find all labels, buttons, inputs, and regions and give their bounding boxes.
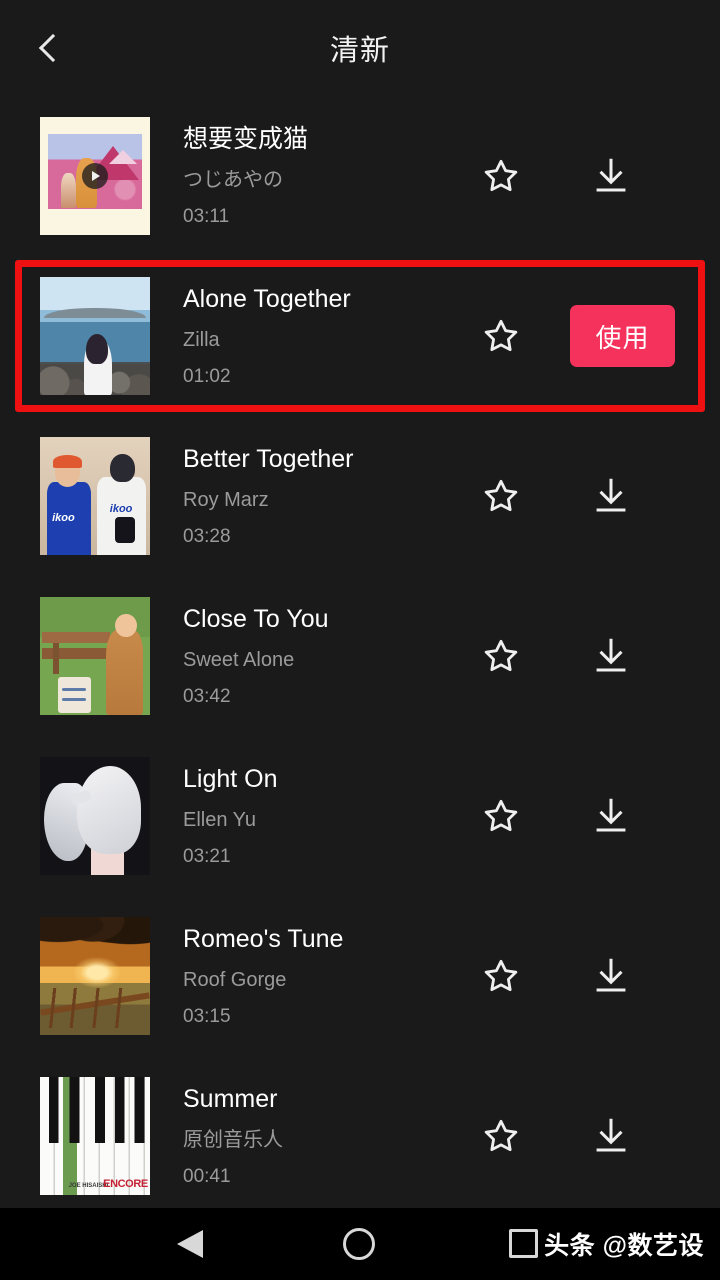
download-button[interactable]	[580, 625, 642, 687]
song-artist: つじあやの	[183, 169, 283, 191]
song-row[interactable]: Romeo's Tune Roof Gorge 03:15	[0, 896, 720, 1056]
song-row[interactable]: Alone Together Zilla 01:02 使用	[0, 256, 720, 416]
download-button[interactable]	[580, 465, 642, 527]
app-header: 清新	[0, 0, 720, 96]
song-thumbnail[interactable]	[40, 597, 150, 715]
song-meta: Better Together Roy Marz 03:28	[183, 444, 470, 548]
song-duration: 03:11	[183, 206, 230, 227]
song-duration: 03:42	[183, 686, 231, 707]
song-title: Summer	[183, 1085, 278, 1113]
song-row[interactable]: Close To You Sweet Alone 03:42	[0, 576, 720, 736]
song-actions	[470, 465, 720, 527]
song-actions	[470, 625, 720, 687]
song-meta: Summer 原创音乐人 00:41	[183, 1084, 470, 1188]
song-artist: Ellen Yu	[183, 809, 257, 831]
song-actions: 使用	[470, 305, 720, 367]
download-button[interactable]	[580, 1105, 642, 1167]
download-button[interactable]	[580, 945, 642, 1007]
favorite-button[interactable]	[470, 625, 532, 687]
song-artist: Roy Marz	[183, 489, 269, 511]
android-navbar: 头条 @数艺设	[0, 1208, 720, 1280]
watermark-text: 头条 @数艺设	[544, 1232, 704, 1260]
favorite-button[interactable]	[470, 945, 532, 1007]
song-thumbnail[interactable]	[40, 917, 150, 1035]
song-thumbnail[interactable]	[40, 757, 150, 875]
song-duration: 03:28	[183, 526, 231, 547]
thumb-label: ENCORE	[103, 1178, 148, 1191]
song-title: Light On	[183, 765, 278, 793]
download-button[interactable]	[580, 145, 642, 207]
nav-back-button[interactable]	[175, 1229, 205, 1259]
favorite-button[interactable]	[470, 465, 532, 527]
song-row[interactable]: ikoo ikoo Better Together Roy Marz 03:28	[0, 416, 720, 576]
use-button[interactable]: 使用	[570, 305, 675, 367]
song-list: 想要变成猫つじあやの 03:11 Alone Together Zilla 01:02 使…	[0, 96, 720, 1208]
song-artist: Sweet Alone	[183, 649, 295, 671]
page-title: 清新	[329, 35, 390, 67]
song-title: Romeo's Tune	[183, 925, 344, 953]
song-actions	[470, 785, 720, 847]
song-meta: Alone Together Zilla 01:02	[183, 284, 470, 388]
song-actions	[470, 945, 720, 1007]
song-actions	[470, 145, 720, 207]
nav-home-button[interactable]	[343, 1228, 375, 1260]
favorite-button[interactable]	[470, 785, 532, 847]
song-artist: Zilla	[183, 329, 220, 351]
song-duration: 03:15	[183, 1006, 231, 1027]
song-thumbnail[interactable]: JOE HISAISHI ENCORE	[40, 1077, 150, 1195]
song-thumbnail[interactable]: ikoo ikoo	[40, 437, 150, 555]
song-thumbnail[interactable]	[40, 117, 150, 235]
song-artist: Roof Gorge	[183, 969, 287, 991]
app-root: 清新 想要变成猫つじあやの 03:11 Alone Together Zilla 01:…	[0, 0, 720, 1280]
song-thumbnail[interactable]	[40, 277, 150, 395]
song-artist: 原创音乐人	[183, 1129, 283, 1151]
thumb-label: ikoo	[52, 512, 75, 525]
song-row[interactable]: 想要变成猫つじあやの 03:11	[0, 96, 720, 256]
song-title: Better Together	[183, 445, 354, 473]
song-title: Close To You	[183, 605, 329, 633]
favorite-button[interactable]	[470, 145, 532, 207]
play-circle-icon[interactable]	[82, 163, 108, 189]
favorite-button[interactable]	[470, 1105, 532, 1167]
song-actions	[470, 1105, 720, 1167]
song-meta: Light On Ellen Yu 03:21	[183, 764, 470, 868]
song-duration: 03:21	[183, 846, 231, 867]
song-meta: Close To You Sweet Alone 03:42	[183, 604, 470, 708]
song-duration: 01:02	[183, 366, 231, 387]
song-duration: 00:41	[183, 1166, 231, 1187]
song-row[interactable]: Light On Ellen Yu 03:21	[0, 736, 720, 896]
thumb-label: ikoo	[109, 502, 133, 515]
song-title: 想要变成猫	[183, 125, 309, 153]
song-meta: Romeo's Tune Roof Gorge 03:15	[183, 924, 470, 1028]
download-button[interactable]	[580, 785, 642, 847]
song-meta: 想要变成猫つじあやの 03:11	[183, 124, 470, 228]
song-row[interactable]: JOE HISAISHI ENCORE Summer 原创音乐人 00:41	[0, 1056, 720, 1216]
nav-recents-button[interactable]	[509, 1229, 538, 1258]
favorite-button[interactable]	[470, 305, 532, 367]
song-title: Alone Together	[183, 285, 351, 313]
